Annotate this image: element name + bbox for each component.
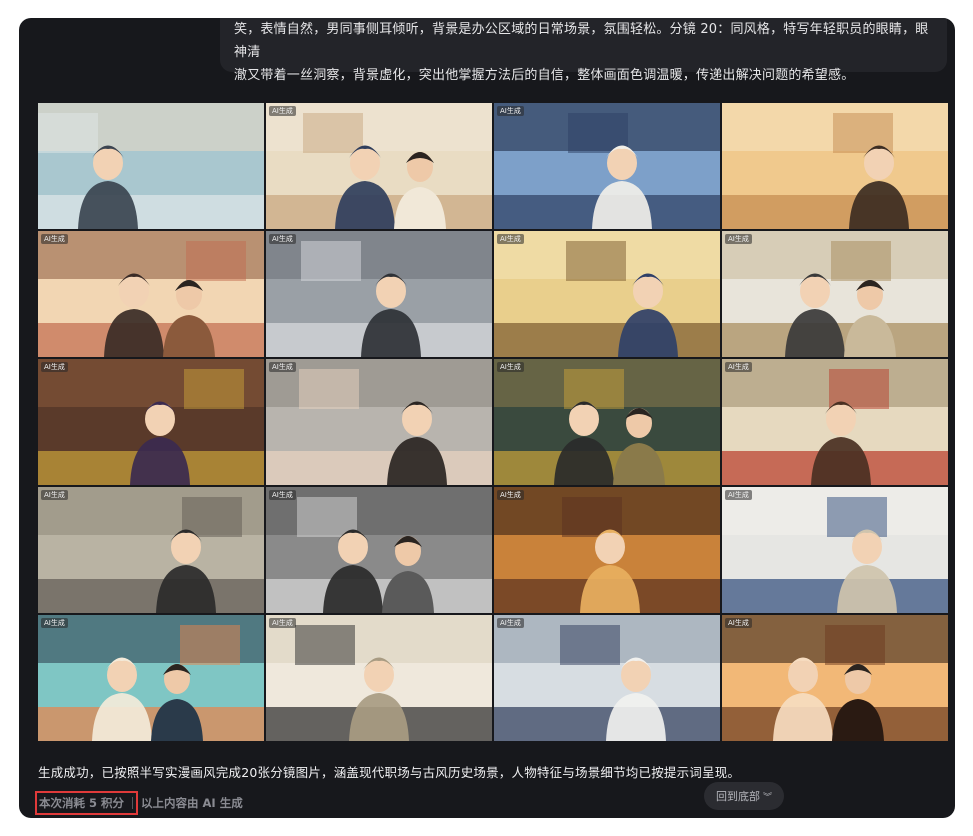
storyboard-image-18[interactable]: AI生成 [266, 615, 492, 741]
ai-generated-badge: AI生成 [269, 618, 296, 628]
image-illustration [38, 359, 264, 485]
credit-cost-label: 本次消耗 5 积分 [35, 791, 139, 815]
ai-generated-badge: AI生成 [269, 106, 296, 116]
ai-generated-badge: AI生成 [497, 106, 524, 116]
image-illustration [494, 487, 720, 613]
ai-generated-badge: AI生成 [725, 490, 752, 500]
storyboard-image-2[interactable]: AI生成 [266, 103, 492, 229]
storyboard-image-3[interactable]: AI生成 [494, 103, 720, 229]
double-chevron-down-icon: ︾ [763, 792, 773, 803]
scroll-to-bottom-button[interactable]: 回到底部 ︾ [704, 782, 785, 810]
storyboard-image-1[interactable] [38, 103, 264, 229]
image-illustration [494, 103, 720, 229]
ai-generated-badge: AI生成 [269, 234, 296, 244]
image-illustration [38, 487, 264, 613]
storyboard-image-17[interactable]: AI生成 [38, 615, 264, 741]
prompt-line-2: 澈又带着一丝洞察，背景虚化，突出他掌握方法后的自信，整体画面色调温暖，传递出解决… [234, 68, 855, 83]
prompt-bubble: 笑，表情自然，男同事侧耳倾听，背景是办公区域的日常场景，氛围轻松。分镜 20：同… [220, 18, 947, 83]
scroll-to-bottom-label: 回到底部 [716, 790, 760, 803]
image-illustration [38, 615, 264, 741]
image-illustration [266, 359, 492, 485]
image-illustration [38, 103, 264, 229]
ai-generated-badge: AI生成 [497, 362, 524, 372]
storyboard-image-15[interactable]: AI生成 [494, 487, 720, 613]
image-illustration [266, 103, 492, 229]
storyboard-image-grid: AI生成 AI生成 AI生成 AI生成 AI生成 AI生成 AI生成 AI生成 AI生成 AI生成… [38, 103, 948, 741]
chat-result-card: 笑，表情自然，男同事侧耳倾听，背景是办公区域的日常场景，氛围轻松。分镜 20：同… [19, 18, 955, 818]
image-illustration [722, 615, 948, 741]
ai-generated-badge: AI生成 [497, 234, 524, 244]
image-illustration [266, 615, 492, 741]
ai-generated-badge: AI生成 [269, 362, 296, 372]
ai-generated-note: 以上内容由 AI 生成 [141, 796, 243, 810]
image-illustration [266, 487, 492, 613]
storyboard-image-6[interactable]: AI生成 [266, 231, 492, 357]
storyboard-image-16[interactable]: AI生成 [722, 487, 948, 613]
ai-generated-badge: AI生成 [41, 490, 68, 500]
storyboard-image-12[interactable]: AI生成 [722, 359, 948, 485]
image-illustration [494, 359, 720, 485]
storyboard-image-19[interactable]: AI生成 [494, 615, 720, 741]
storyboard-image-10[interactable]: AI生成 [266, 359, 492, 485]
storyboard-image-14[interactable]: AI生成 [266, 487, 492, 613]
storyboard-image-8[interactable]: AI生成 [722, 231, 948, 357]
storyboard-image-13[interactable]: AI生成 [38, 487, 264, 613]
ai-generated-badge: AI生成 [497, 618, 524, 628]
image-illustration [494, 615, 720, 741]
result-message: 生成成功，已按照半写实漫画风完成20张分镜图片，涵盖现代职场与古风历史场景，人物… [38, 765, 741, 780]
ai-generated-badge: AI生成 [41, 362, 68, 372]
ai-generated-badge: AI生成 [269, 490, 296, 500]
image-illustration [722, 103, 948, 229]
ai-generated-badge: AI生成 [41, 234, 68, 244]
ai-generated-badge: AI生成 [725, 362, 752, 372]
image-illustration [722, 231, 948, 357]
storyboard-image-9[interactable]: AI生成 [38, 359, 264, 485]
storyboard-image-5[interactable]: AI生成 [38, 231, 264, 357]
footer-divider [132, 797, 134, 809]
ai-generated-badge: AI生成 [41, 618, 68, 628]
storyboard-image-11[interactable]: AI生成 [494, 359, 720, 485]
image-illustration [38, 231, 264, 357]
storyboard-image-20[interactable]: AI生成 [722, 615, 948, 741]
image-illustration [722, 359, 948, 485]
ai-generated-badge: AI生成 [725, 618, 752, 628]
prompt-line-1: 笑，表情自然，男同事侧耳倾听，背景是办公区域的日常场景，氛围轻松。分镜 20：同… [234, 22, 929, 60]
message-footer: 本次消耗 5 积分 以上内容由 AI 生成 [35, 791, 243, 815]
ai-generated-badge: AI生成 [725, 234, 752, 244]
image-illustration [494, 231, 720, 357]
image-illustration [266, 231, 492, 357]
ai-generated-badge: AI生成 [497, 490, 524, 500]
storyboard-image-4[interactable] [722, 103, 948, 229]
storyboard-image-7[interactable]: AI生成 [494, 231, 720, 357]
image-illustration [722, 487, 948, 613]
